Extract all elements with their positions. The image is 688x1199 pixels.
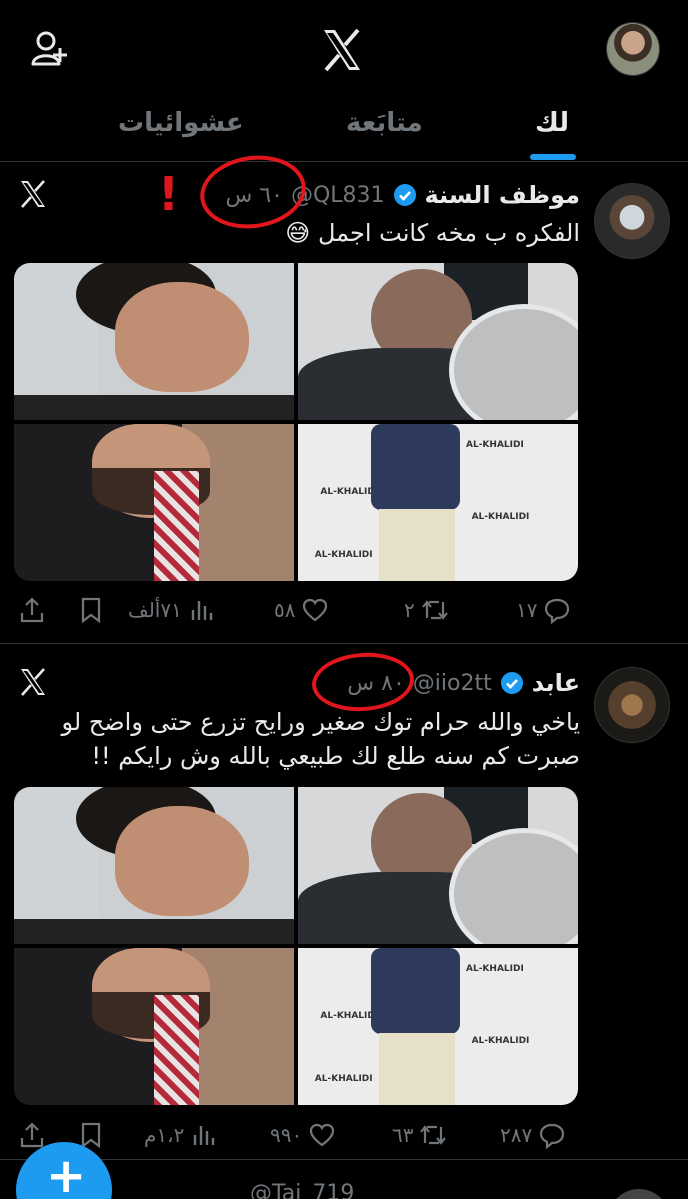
repost-button[interactable]: ٢	[404, 590, 449, 630]
active-tab-indicator	[530, 154, 576, 160]
like-count: ٥٨	[274, 598, 296, 622]
views-count: ٧١ألف	[128, 598, 182, 622]
heart-icon	[310, 1123, 335, 1147]
verified-badge-icon	[500, 672, 523, 694]
reply-icon	[545, 598, 570, 624]
heart-icon	[303, 598, 328, 622]
media-photo[interactable]	[14, 787, 294, 944]
author-name[interactable]: موظف السنة	[425, 181, 580, 209]
photo-brand-text: AL-KHALIDI	[466, 963, 524, 974]
verified-badge-icon	[393, 184, 416, 206]
media-photo[interactable]	[14, 948, 294, 1105]
tweet[interactable]: موظف السنة @QL831 ٦٠ س ! الفكره ب مخه كا…	[0, 148, 688, 644]
grok-x-icon[interactable]	[18, 667, 48, 697]
author-avatar[interactable]	[608, 1189, 670, 1199]
add-user-icon[interactable]	[30, 30, 68, 68]
media-photo[interactable]	[14, 263, 294, 420]
tweet-text: ياخي والله حرام توك صغير ورايح تزرع حتى …	[61, 708, 580, 770]
views-button[interactable]: ٧١ألف	[128, 590, 216, 630]
reply-count: ٢٨٧	[500, 1123, 533, 1147]
photo-brand-text: AL-KHALIDI	[320, 1010, 379, 1021]
author-avatar[interactable]	[594, 667, 670, 743]
author-avatar[interactable]	[594, 183, 670, 259]
tweet-actions: ١٧ ٢ ٥٨ ٧١ألف	[0, 590, 688, 630]
tweet-actions: ٢٨٧ ٦٣ ٩٩٠ ١،٢م	[0, 1115, 688, 1155]
author-handle[interactable]: @iio2tt	[413, 671, 492, 696]
analytics-icon	[191, 601, 213, 620]
tab-following[interactable]: متابَعة	[346, 108, 423, 148]
repost-count: ٢	[404, 598, 415, 622]
media-grid[interactable]: AL-KHALIDI AL-KHALIDI AL-KHALIDI AL-KHAL…	[14, 263, 578, 581]
share-icon[interactable]	[18, 1120, 46, 1150]
author-handle[interactable]: @Taj_719	[250, 1181, 354, 1199]
profile-avatar[interactable]	[606, 22, 660, 76]
repost-button[interactable]: ٦٣	[392, 1115, 447, 1155]
x-logo-icon[interactable]	[318, 26, 366, 74]
tweet[interactable]: عابد @iio2tt ٨٠ س ياخي والله حرام توك صغ…	[0, 645, 688, 1160]
media-photo[interactable]	[298, 263, 578, 420]
tweet-text: الفكره ب مخه كانت اجمل 😅	[285, 219, 580, 247]
like-count: ٩٩٠	[270, 1123, 303, 1147]
reply-button[interactable]: ٢٨٧	[500, 1115, 566, 1155]
bookmark-icon[interactable]	[78, 596, 104, 624]
repost-count: ٦٣	[392, 1123, 414, 1147]
author-name[interactable]: عابد	[532, 669, 580, 697]
photo-brand-text: AL-KHALIDI	[471, 1035, 530, 1046]
feed-tabs: لك متابَعة عشوائيات	[0, 100, 688, 162]
media-grid[interactable]: AL-KHALIDI AL-KHALIDI AL-KHALIDI AL-KHAL…	[14, 787, 578, 1105]
repost-icon	[421, 600, 448, 620]
like-button[interactable]: ٩٩٠	[270, 1115, 336, 1155]
views-count: ١،٢م	[144, 1123, 185, 1147]
reply-button[interactable]: ١٧	[516, 590, 571, 630]
repost-icon	[420, 1125, 447, 1145]
tab-for-you[interactable]: لك	[535, 108, 569, 148]
photo-brand-text: AL-KHALIDI	[314, 549, 373, 560]
like-button[interactable]: ٥٨	[274, 590, 329, 630]
red-exclamation-mark: !	[158, 167, 179, 221]
reply-count: ١٧	[516, 598, 538, 622]
grok-x-icon[interactable]	[18, 179, 48, 209]
views-button[interactable]: ١،٢م	[144, 1115, 218, 1155]
analytics-icon	[194, 1126, 215, 1145]
media-photo[interactable]	[298, 787, 578, 944]
share-icon[interactable]	[18, 595, 46, 625]
top-bar	[0, 0, 688, 100]
tab-random[interactable]: عشوائيات	[118, 108, 244, 148]
media-photo[interactable]: AL-KHALIDI AL-KHALIDI AL-KHALIDI AL-KHAL…	[298, 424, 578, 581]
photo-brand-text: AL-KHALIDI	[320, 486, 379, 497]
media-photo[interactable]: AL-KHALIDI AL-KHALIDI AL-KHALIDI AL-KHAL…	[298, 948, 578, 1105]
photo-brand-text: AL-KHALIDI	[314, 1073, 373, 1084]
plus-icon: +	[46, 1148, 87, 1199]
photo-brand-text: AL-KHALIDI	[471, 511, 530, 522]
photo-brand-text: AL-KHALIDI	[466, 439, 524, 450]
reply-icon	[540, 1123, 565, 1149]
media-photo[interactable]	[14, 424, 294, 581]
